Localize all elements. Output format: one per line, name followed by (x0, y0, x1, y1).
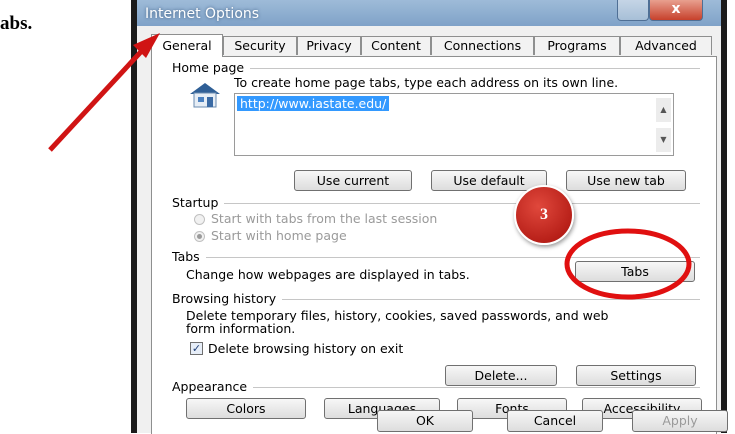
colors-button[interactable]: Colors (186, 398, 306, 419)
delete-on-exit-label: Delete browsing history on exit (208, 341, 404, 356)
close-button[interactable]: x (649, 0, 703, 21)
browsing-history-description-line2: form information. (186, 321, 296, 336)
window-title: Internet Options (145, 6, 260, 22)
tabs-group-label: Tabs (172, 249, 206, 264)
tab-programs[interactable]: Programs (534, 36, 620, 55)
ok-button[interactable]: OK (377, 410, 473, 432)
radio-home-page-label: Start with home page (211, 228, 347, 243)
house-icon (186, 80, 224, 110)
tabs-settings-button[interactable]: Tabs (575, 261, 695, 282)
use-current-button[interactable]: Use current (294, 170, 412, 191)
use-new-tab-button[interactable]: Use new tab (566, 170, 686, 191)
cancel-button[interactable]: Cancel (507, 410, 603, 432)
home-page-instruction: To create home page tabs, type each addr… (234, 75, 619, 90)
home-page-url-text: http://www.iastate.edu/ (237, 96, 390, 111)
home-page-label: Home page (172, 60, 251, 75)
scroll-down-arrow-icon[interactable]: ▼ (656, 128, 671, 152)
tab-connections[interactable]: Connections (431, 36, 534, 55)
checkmark-icon: ✓ (191, 342, 202, 355)
delete-on-exit-checkbox[interactable]: ✓ (190, 342, 203, 355)
startup-divider (172, 203, 700, 204)
apply-button[interactable]: Apply (632, 410, 728, 432)
tabs-divider (172, 257, 700, 258)
tab-general[interactable]: General (151, 34, 223, 57)
dialog-body: General Security Privacy Content Connect… (137, 26, 728, 434)
tab-security[interactable]: Security (223, 36, 297, 55)
tab-privacy[interactable]: Privacy (297, 36, 361, 55)
scroll-up-arrow-icon[interactable]: ▲ (656, 98, 671, 122)
title-bar: Internet Options x (137, 0, 721, 26)
internet-options-dialog: Internet Options x General Security Priv… (131, 0, 728, 434)
tabs-description: Change how webpages are displayed in tab… (186, 267, 470, 282)
home-page-divider (172, 68, 700, 69)
radio-last-session-label: Start with tabs from the last session (211, 211, 438, 226)
delete-button[interactable]: Delete... (445, 365, 557, 386)
home-page-url-textbox[interactable]: http://www.iastate.edu/ ▲ ▼ (234, 93, 674, 156)
tab-advanced[interactable]: Advanced (620, 36, 712, 55)
minimize-button[interactable] (617, 0, 649, 21)
appearance-label: Appearance (172, 379, 254, 394)
radio-last-session[interactable] (194, 214, 205, 225)
settings-button[interactable]: Settings (576, 365, 696, 386)
startup-label: Startup (172, 195, 225, 210)
step-number-badge: 3 (514, 185, 574, 245)
general-tab-page: Home page To create home page tabs, type… (151, 56, 717, 434)
browsing-history-label: Browsing history (172, 291, 283, 306)
radio-home-page[interactable] (194, 231, 205, 242)
side-caption: abs. (0, 13, 33, 34)
tab-content[interactable]: Content (361, 36, 431, 55)
